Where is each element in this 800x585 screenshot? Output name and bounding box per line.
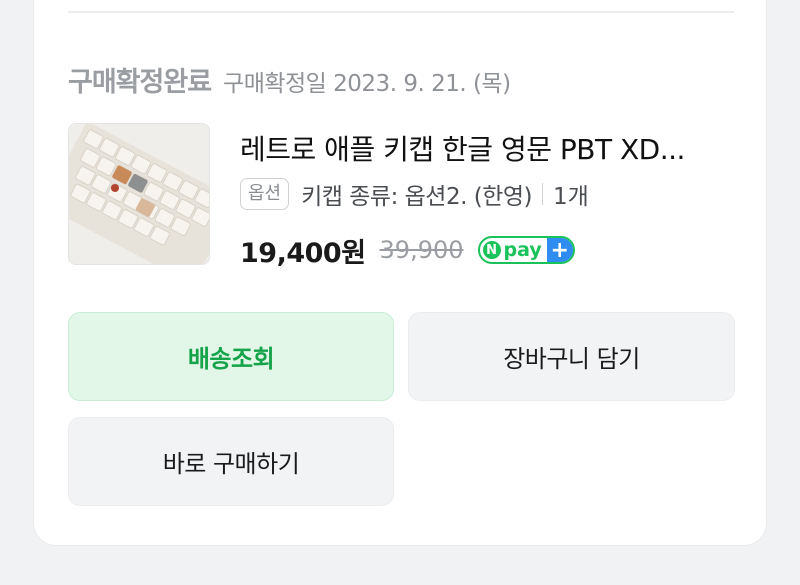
quantity-text: 1개 [552,184,589,210]
option-separator [541,183,543,205]
original-price: 39,900 [379,236,464,264]
option-badge: 옵션 [240,178,290,210]
buy-now-button[interactable]: 바로 구매하기 [68,417,394,506]
keyboard-image [69,124,209,264]
product-name[interactable]: 레트로 애플 키캡 한글 영문 PBT XD... [240,128,740,168]
option-text: 키캡 종류: 옵션2. (한영) [301,184,532,210]
npay-n-icon: N [482,241,501,259]
track-delivery-button[interactable]: 배송조회 [68,312,394,401]
product-option-row: 옵션 키캡 종류: 옵션2. (한영) 1개 [240,176,589,212]
plus-icon: + [546,238,573,263]
npay-plus-badge: N pay + [477,236,575,264]
product-thumbnail[interactable] [68,123,210,265]
sale-price: 19,400원 [240,237,366,269]
order-status-row: 구매확정완료 구매확정일 2023. 9. 21. (목) [68,60,511,98]
npay-label: pay [503,239,542,261]
divider [68,11,734,13]
add-to-cart-button[interactable]: 장바구니 담기 [408,312,735,401]
order-status-title: 구매확정완료 [68,67,212,98]
price-row: 19,400원 39,900 N pay + [240,230,575,270]
order-confirm-date: 구매확정일 2023. 9. 21. (목) [223,71,511,97]
